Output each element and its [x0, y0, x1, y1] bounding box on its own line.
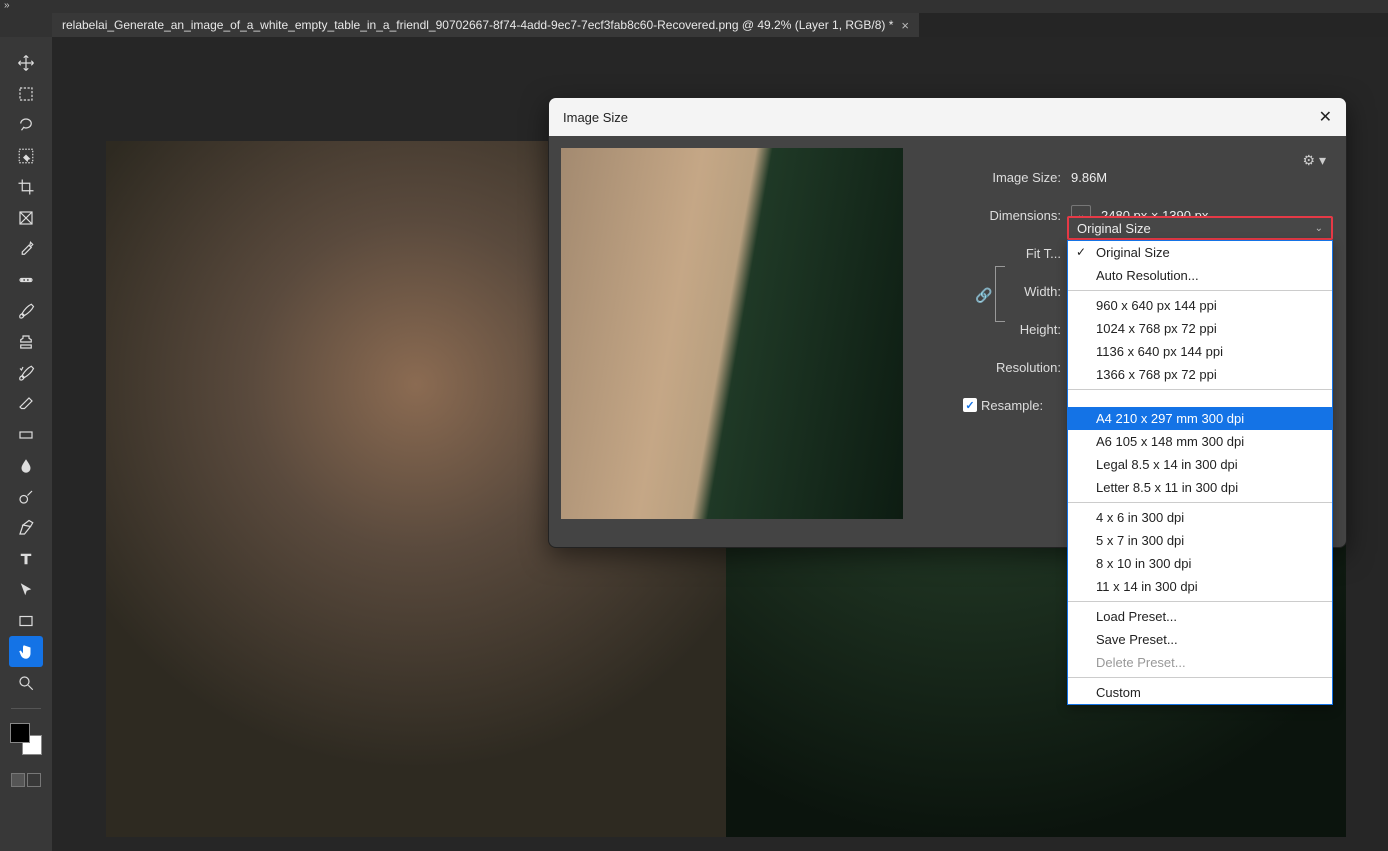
fit-to-menu-item[interactable]: Load Preset...	[1068, 605, 1332, 628]
dodge-tool[interactable]	[9, 481, 43, 512]
menu-separator	[1068, 502, 1332, 503]
foreground-color[interactable]	[10, 723, 30, 743]
fit-to-menu-item[interactable]: Auto Resolution...	[1068, 264, 1332, 287]
menu-separator	[1068, 677, 1332, 678]
fit-to-menu-item[interactable]: A6 105 x 148 mm 300 dpi	[1068, 430, 1332, 453]
resample-row[interactable]: ✓ Resample:	[963, 398, 1043, 413]
image-preview[interactable]	[561, 148, 903, 519]
move-tool[interactable]	[9, 47, 43, 78]
screen-mode[interactable]	[11, 773, 41, 787]
panel-collapse[interactable]: »	[0, 0, 52, 14]
dialog-titlebar[interactable]: Image Size ✕	[549, 98, 1346, 136]
fit-to-menu-item[interactable]: 960 x 640 px 144 ppi	[1068, 294, 1332, 317]
document-tab[interactable]: relabelai_Generate_an_image_of_a_white_e…	[52, 13, 919, 37]
fit-to-label: Fit T...	[923, 246, 1061, 261]
lasso-tool[interactable]	[9, 109, 43, 140]
image-size-value: 9.86M	[1071, 170, 1107, 185]
resample-label: Resample:	[981, 398, 1043, 413]
blur-tool[interactable]	[9, 450, 43, 481]
pen-tool[interactable]	[9, 512, 43, 543]
document-tab-bar: relabelai_Generate_an_image_of_a_white_e…	[52, 13, 1388, 37]
gradient-tool[interactable]	[9, 419, 43, 450]
eyedropper-tool[interactable]	[9, 233, 43, 264]
close-icon[interactable]: ✕	[1319, 107, 1332, 127]
type-tool[interactable]	[9, 543, 43, 574]
fit-to-selected: Original Size	[1077, 221, 1151, 236]
document-tab-title: relabelai_Generate_an_image_of_a_white_e…	[62, 18, 893, 32]
color-swatches[interactable]	[10, 723, 42, 755]
clone-stamp-tool[interactable]	[9, 326, 43, 357]
fit-to-menu-item[interactable]: 4 x 6 in 300 dpi	[1068, 506, 1332, 529]
tools-panel	[0, 37, 52, 851]
path-select-tool[interactable]	[9, 574, 43, 605]
height-label: Height:	[923, 322, 1061, 337]
fit-to-menu-item[interactable]: 1136 x 640 px 144 ppi	[1068, 340, 1332, 363]
fit-to-menu-item[interactable]: 8 x 10 in 300 dpi	[1068, 552, 1332, 575]
fit-to-dropdown[interactable]: Original Size ⌄	[1067, 216, 1333, 240]
hand-tool[interactable]	[9, 636, 43, 667]
fit-to-menu-item[interactable]: 1366 x 768 px 72 ppi	[1068, 363, 1332, 386]
marquee-tool[interactable]	[9, 78, 43, 109]
link-bracket	[995, 266, 1005, 322]
fit-to-menu: Original SizeAuto Resolution... 960 x 640…	[1067, 240, 1333, 705]
resample-checkbox[interactable]: ✓	[963, 398, 977, 412]
toolbar-divider	[11, 708, 41, 709]
object-select-tool[interactable]	[9, 140, 43, 171]
fit-to-menu-item[interactable]: 5 x 7 in 300 dpi	[1068, 529, 1332, 552]
healing-brush-tool[interactable]	[9, 264, 43, 295]
image-size-label: Image Size:	[923, 170, 1061, 185]
dialog-title-text: Image Size	[563, 110, 628, 125]
menu-separator	[1068, 389, 1332, 390]
fit-to-menu-item[interactable]: 1024 x 768 px 72 ppi	[1068, 317, 1332, 340]
dimensions-label: Dimensions:	[923, 208, 1061, 223]
chevron-down-icon: ⌄	[1315, 223, 1323, 234]
fit-to-menu-item[interactable]: Custom	[1068, 681, 1332, 704]
fit-to-menu-item[interactable]: Save Preset...	[1068, 628, 1332, 651]
fit-to-menu-item[interactable]: Legal 8.5 x 14 in 300 dpi	[1068, 453, 1332, 476]
resolution-label: Resolution:	[923, 360, 1061, 375]
brush-tool[interactable]	[9, 295, 43, 326]
fit-to-menu-item[interactable]: Letter 8.5 x 11 in 300 dpi	[1068, 476, 1332, 499]
crop-tool[interactable]	[9, 171, 43, 202]
eraser-tool[interactable]	[9, 388, 43, 419]
fit-to-menu-item[interactable]: 11 x 14 in 300 dpi	[1068, 575, 1332, 598]
close-icon[interactable]: ×	[901, 18, 909, 33]
menu-separator	[1068, 290, 1332, 291]
menu-gap	[1068, 393, 1332, 407]
fit-to-menu-item[interactable]: Original Size	[1068, 241, 1332, 264]
frame-tool[interactable]	[9, 202, 43, 233]
menu-separator	[1068, 601, 1332, 602]
rectangle-tool[interactable]	[9, 605, 43, 636]
history-brush-tool[interactable]	[9, 357, 43, 388]
zoom-tool[interactable]	[9, 667, 43, 698]
fit-to-menu-item[interactable]: A4 210 x 297 mm 300 dpi	[1068, 407, 1332, 430]
gear-icon[interactable]: ⚙ ▾	[1303, 152, 1326, 169]
fit-to-menu-item: Delete Preset...	[1068, 651, 1332, 674]
link-icon[interactable]: 🔗	[973, 270, 995, 320]
